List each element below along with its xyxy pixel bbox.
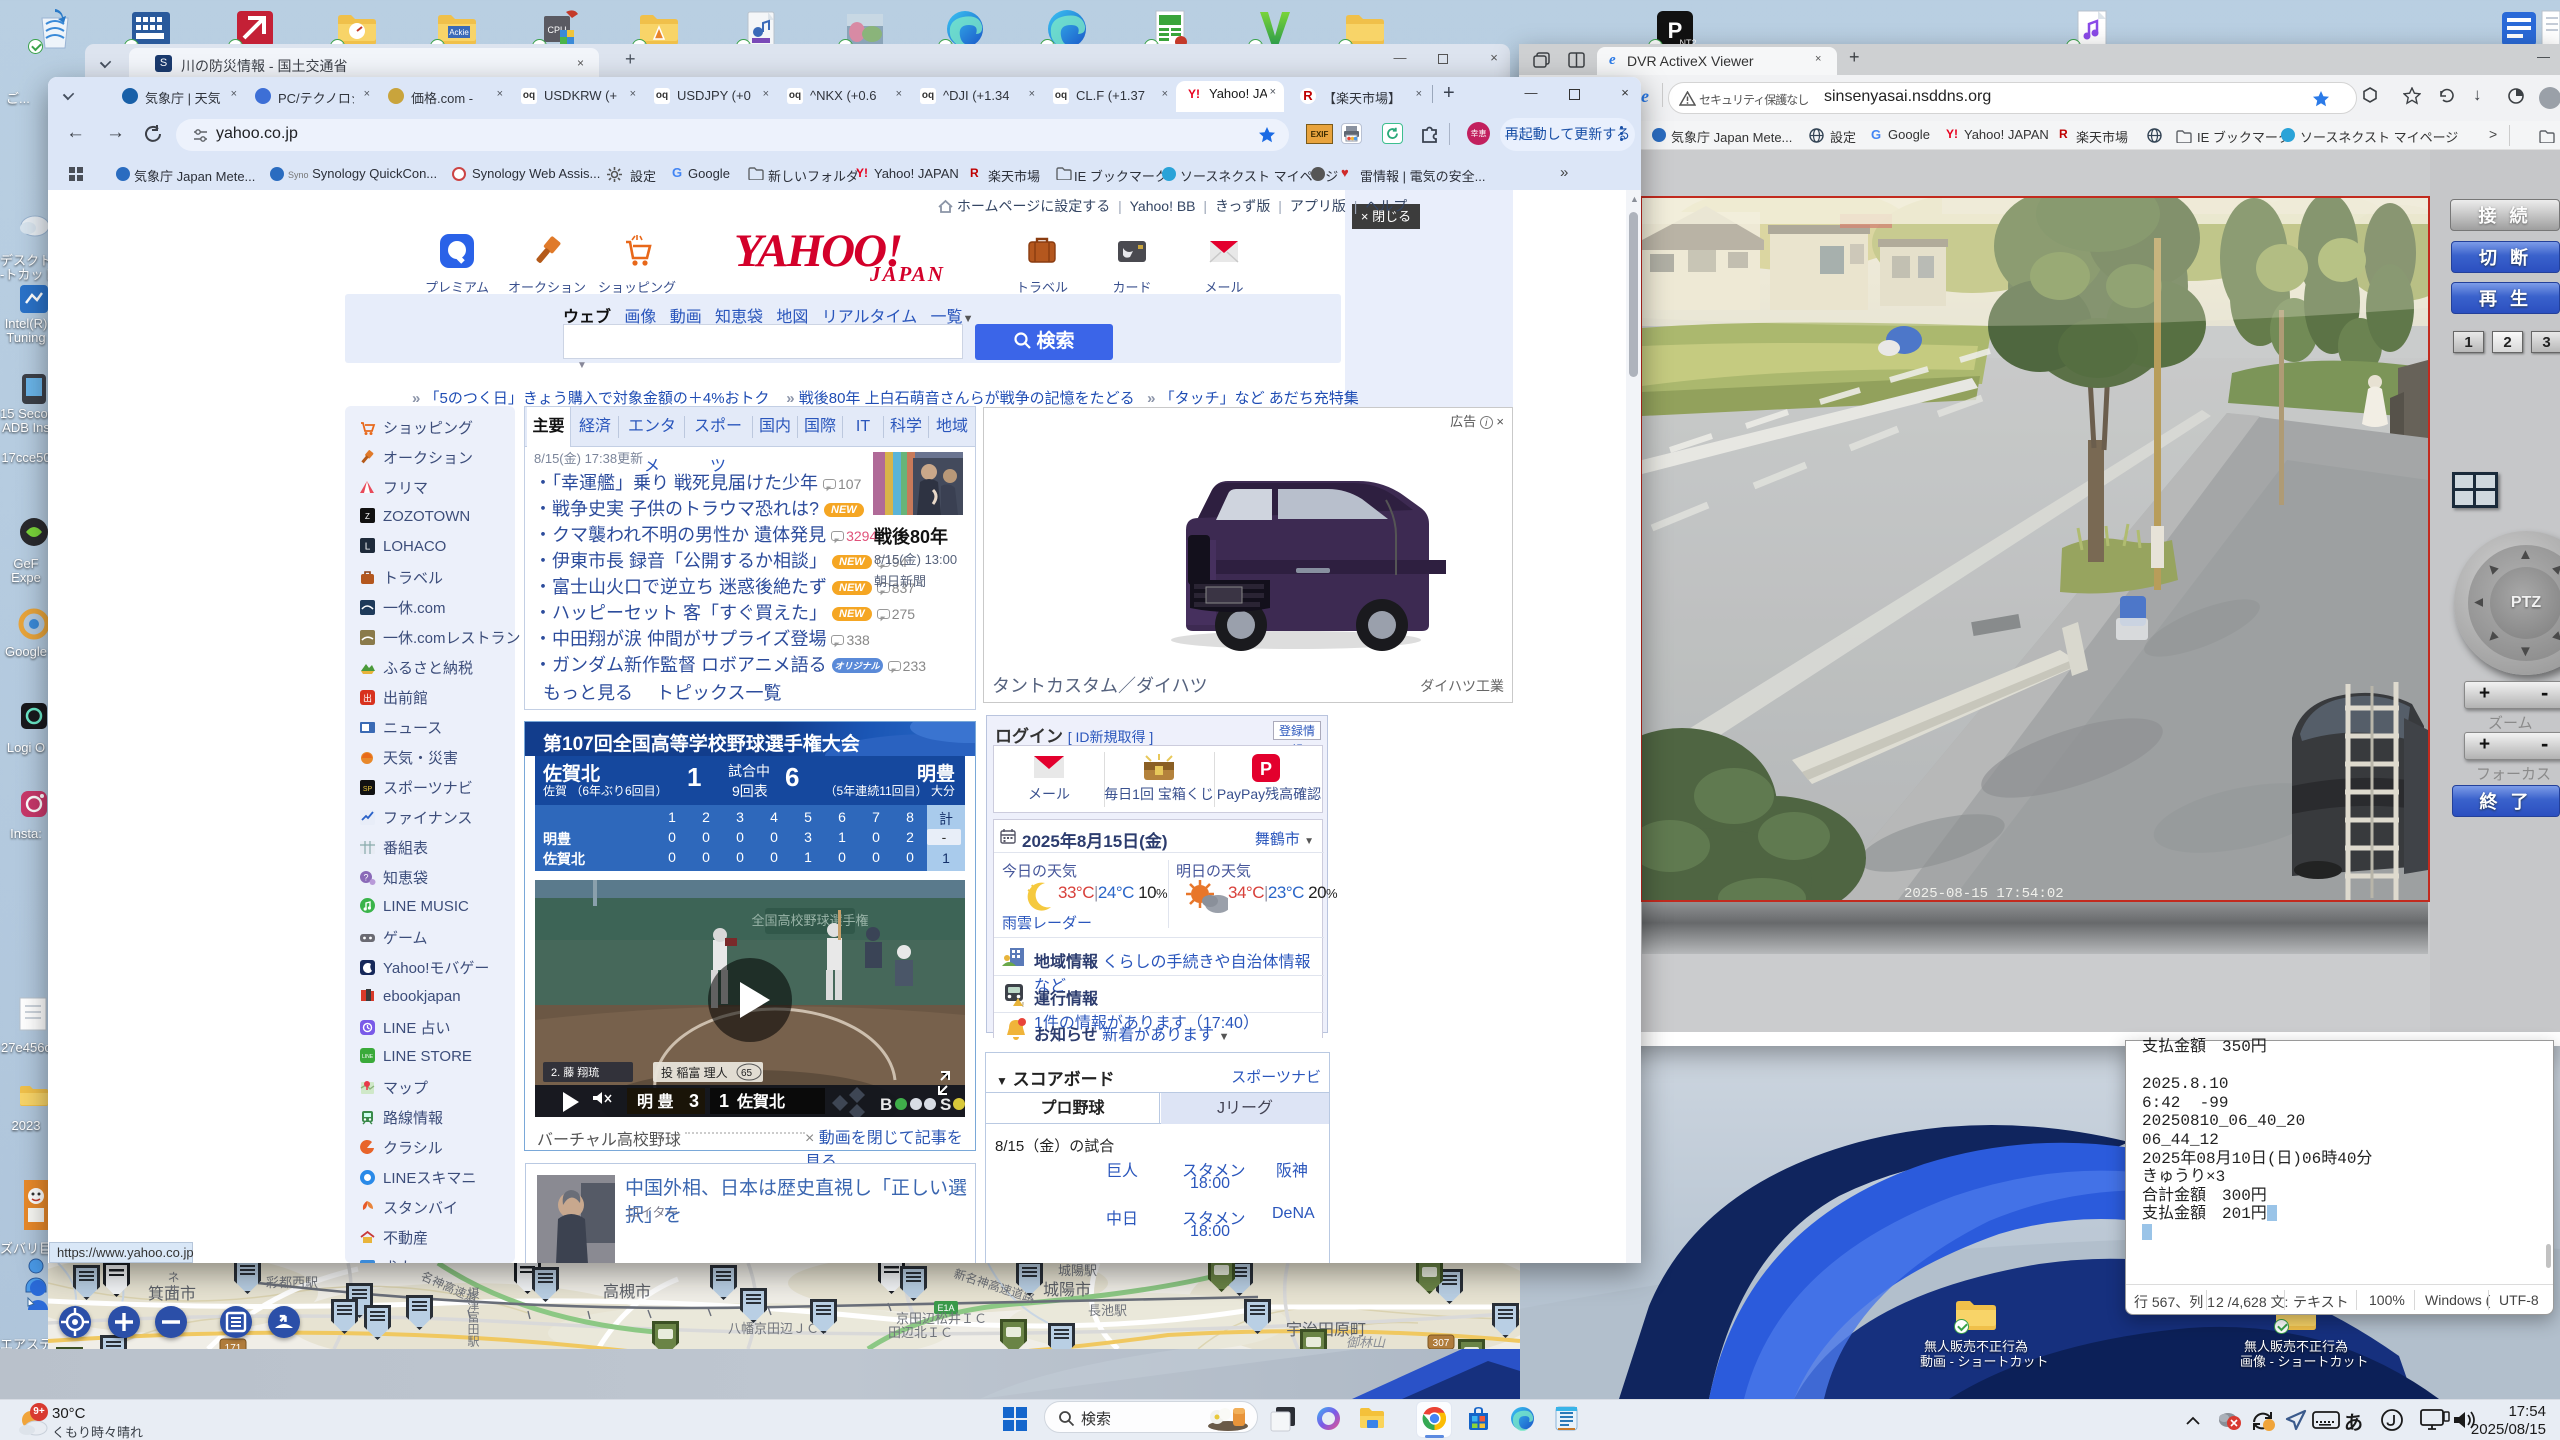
svg-text:!: ! [1022,1002,1024,1008]
svg-text:65: 65 [741,1068,753,1079]
svg-text:S: S [940,1095,951,1114]
svg-text:?: ? [363,873,368,883]
svg-text:高槻市: 高槻市 [603,1283,651,1301]
svg-text:出: 出 [363,693,372,704]
svg-text:明 豊: 明 豊 [637,1092,673,1111]
svg-text:2. 藤 翔琉: 2. 藤 翔琉 [551,1065,599,1079]
svg-text:ネル: ネル [166,1271,180,1295]
svg-text:Z: Z [365,512,370,521]
svg-text:全国高校野球選手権: 全国高校野球選手権 [751,913,868,928]
svg-text:3: 3 [689,1091,699,1111]
svg-text:城陽市: 城陽市 [1043,1281,1091,1299]
svg-text:長池駅: 長池駅 [1088,1303,1127,1318]
svg-text:1: 1 [719,1091,729,1111]
svg-text:B: B [880,1095,892,1114]
svg-text:佐賀北: 佐賀北 [736,1092,785,1111]
svg-text:田辺北ＩＣ: 田辺北ＩＣ [888,1325,953,1340]
svg-text:307: 307 [1433,1338,1450,1349]
svg-text:Ackie: Ackie [449,28,469,37]
svg-text:摂津富田駅: 摂津富田駅 [466,1286,480,1348]
svg-text:投 稲富 理人: 投 稲富 理人 [661,1065,728,1080]
svg-text:御林山: 御林山 [1346,1335,1386,1349]
svg-text:SP: SP [363,786,373,793]
svg-text:城陽駅: 城陽駅 [1058,1263,1097,1278]
svg-text:彩都西駅: 彩都西駅 [266,1275,318,1290]
svg-text:P: P [1260,759,1272,779]
svg-text:L: L [365,542,371,553]
svg-text:2025-08-15 17:54:02: 2025-08-15 17:54:02 [1904,886,2064,900]
svg-text:京田辺松井ＩＣ: 京田辺松井ＩＣ [896,1311,987,1326]
svg-text:171: 171 [225,1343,242,1349]
svg-text:LINE: LINE [362,1054,374,1060]
